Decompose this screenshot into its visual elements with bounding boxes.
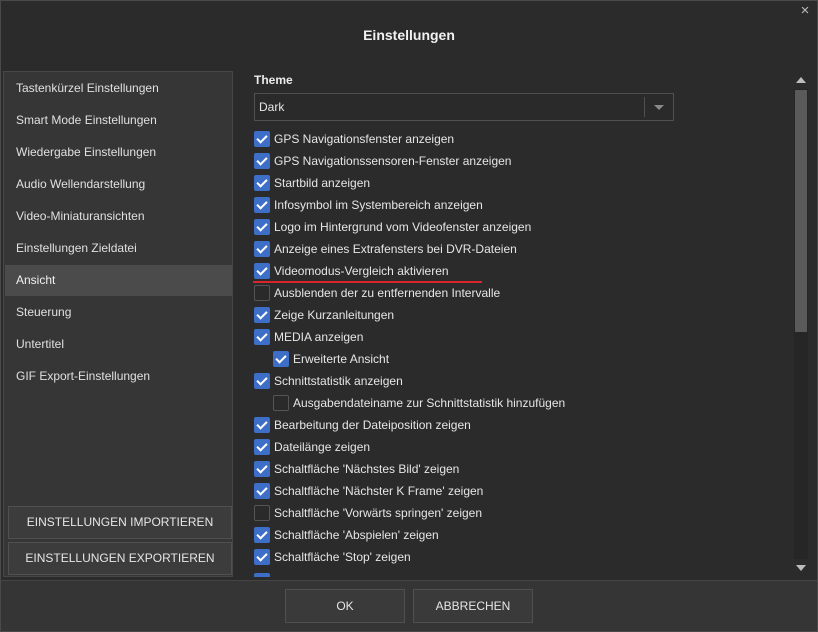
settings-sidebar: EINSTELLUNGEN IMPORTIEREN EINSTELLUNGEN … [3,71,233,577]
sidebar-item[interactable]: Untertitel [5,329,232,360]
checkbox-checked-icon[interactable] [254,483,270,499]
checkbox-unchecked-icon[interactable] [254,505,270,521]
option-label: Schaltfläche 'Stop' zeigen [274,550,411,564]
option-label: GPS Navigationssensoren-Fenster anzeigen [274,154,512,168]
checkbox-checked-icon[interactable] [254,153,270,169]
checkbox-checked-icon[interactable] [254,263,270,279]
checkbox-unchecked-icon[interactable] [254,285,270,301]
option-label: Schaltfläche 'Abspielen' zeigen [274,528,439,542]
checkbox-unchecked-icon[interactable] [273,395,289,411]
theme-select-value: Dark [259,100,285,114]
partially-visible-checkbox[interactable] [254,573,270,577]
scroll-up-icon[interactable] [796,77,806,83]
sidebar-item[interactable]: Audio Wellendarstellung [5,169,232,200]
close-icon[interactable]: × [797,3,813,19]
sidebar-item[interactable]: Smart Mode Einstellungen [5,105,232,136]
theme-label: Theme [254,73,293,87]
sidebar-item[interactable]: Steuerung [5,297,232,328]
scroll-thumb[interactable] [795,90,807,332]
sidebar-item[interactable]: Einstellungen Zieldatei [5,233,232,264]
cancel-button[interactable]: ABBRECHEN [413,589,533,623]
option-label: Bearbeitung der Dateiposition zeigen [274,418,471,432]
option-label: Dateilänge zeigen [274,440,371,454]
option-label: Schaltfläche 'Vorwärts springen' zeigen [274,506,483,520]
option-label: MEDIA anzeigen [274,330,364,344]
option-label: Erweiterte Ansicht [293,352,390,366]
chevron-down-icon[interactable] [654,105,664,110]
settings-content: Theme Dark GPS Navigationsfenster anzeig… [241,71,793,577]
checkbox-checked-icon[interactable] [254,373,270,389]
checkbox-checked-icon[interactable] [254,461,270,477]
scroll-down-icon[interactable] [796,565,806,571]
option-label: Ausblenden der zu entfernenden Intervall… [274,286,501,300]
option-label: GPS Navigationsfenster anzeigen [274,132,455,146]
sidebar-item[interactable]: Tastenkürzel Einstellungen [5,73,232,104]
option-label: Schaltfläche 'Nächster K Frame' zeigen [274,484,484,498]
option-label: Anzeige eines Extrafensters bei DVR-Date… [274,242,517,256]
sidebar-item[interactable]: Ansicht [5,265,232,296]
settings-dialog: × Einstellungen EINSTELLUNGEN IMPORTIERE… [0,0,818,632]
option-label: Zeige Kurzanleitungen [274,308,395,322]
checkbox-checked-icon[interactable] [254,241,270,257]
option-label: Infosymbol im Systembereich anzeigen [274,198,483,212]
export-settings-button[interactable]: EINSTELLUNGEN EXPORTIEREN [8,542,232,575]
sidebar-item[interactable]: GIF Export-Einstellungen [5,361,232,392]
dialog-footer: OK ABBRECHEN [1,580,817,631]
option-label: Startbild anzeigen [274,176,371,190]
theme-select[interactable]: Dark [254,93,674,121]
checkbox-checked-icon[interactable] [254,197,270,213]
option-label: Videomodus-Vergleich aktivieren [274,264,449,278]
checkbox-checked-icon[interactable] [273,351,289,367]
sidebar-item[interactable]: Wiedergabe Einstellungen [5,137,232,168]
option-label: Schnittstatistik anzeigen [274,374,403,388]
checkbox-checked-icon[interactable] [254,175,270,191]
checkbox-checked-icon[interactable] [254,417,270,433]
option-label: Ausgabendateiname zur Schnittstatistik h… [293,396,566,410]
checkbox-checked-icon[interactable] [254,329,270,345]
checkbox-checked-icon[interactable] [254,307,270,323]
select-divider [644,97,645,117]
option-label: Schaltfläche 'Nächstes Bild' zeigen [274,462,460,476]
checkbox-checked-icon[interactable] [254,131,270,147]
checkbox-checked-icon[interactable] [254,549,270,565]
ok-button[interactable]: OK [285,589,405,623]
sidebar-item[interactable]: Video-Miniaturansichten [5,201,232,232]
dialog-title: Einstellungen [363,27,455,43]
option-label: Logo im Hintergrund vom Videofenster anz… [274,220,532,234]
checkbox-checked-icon[interactable] [254,219,270,235]
checkbox-checked-icon[interactable] [254,439,270,455]
checkbox-checked-icon[interactable] [254,527,270,543]
import-settings-button[interactable]: EINSTELLUNGEN IMPORTIEREN [8,506,232,539]
content-scrollbar[interactable] [793,71,809,577]
